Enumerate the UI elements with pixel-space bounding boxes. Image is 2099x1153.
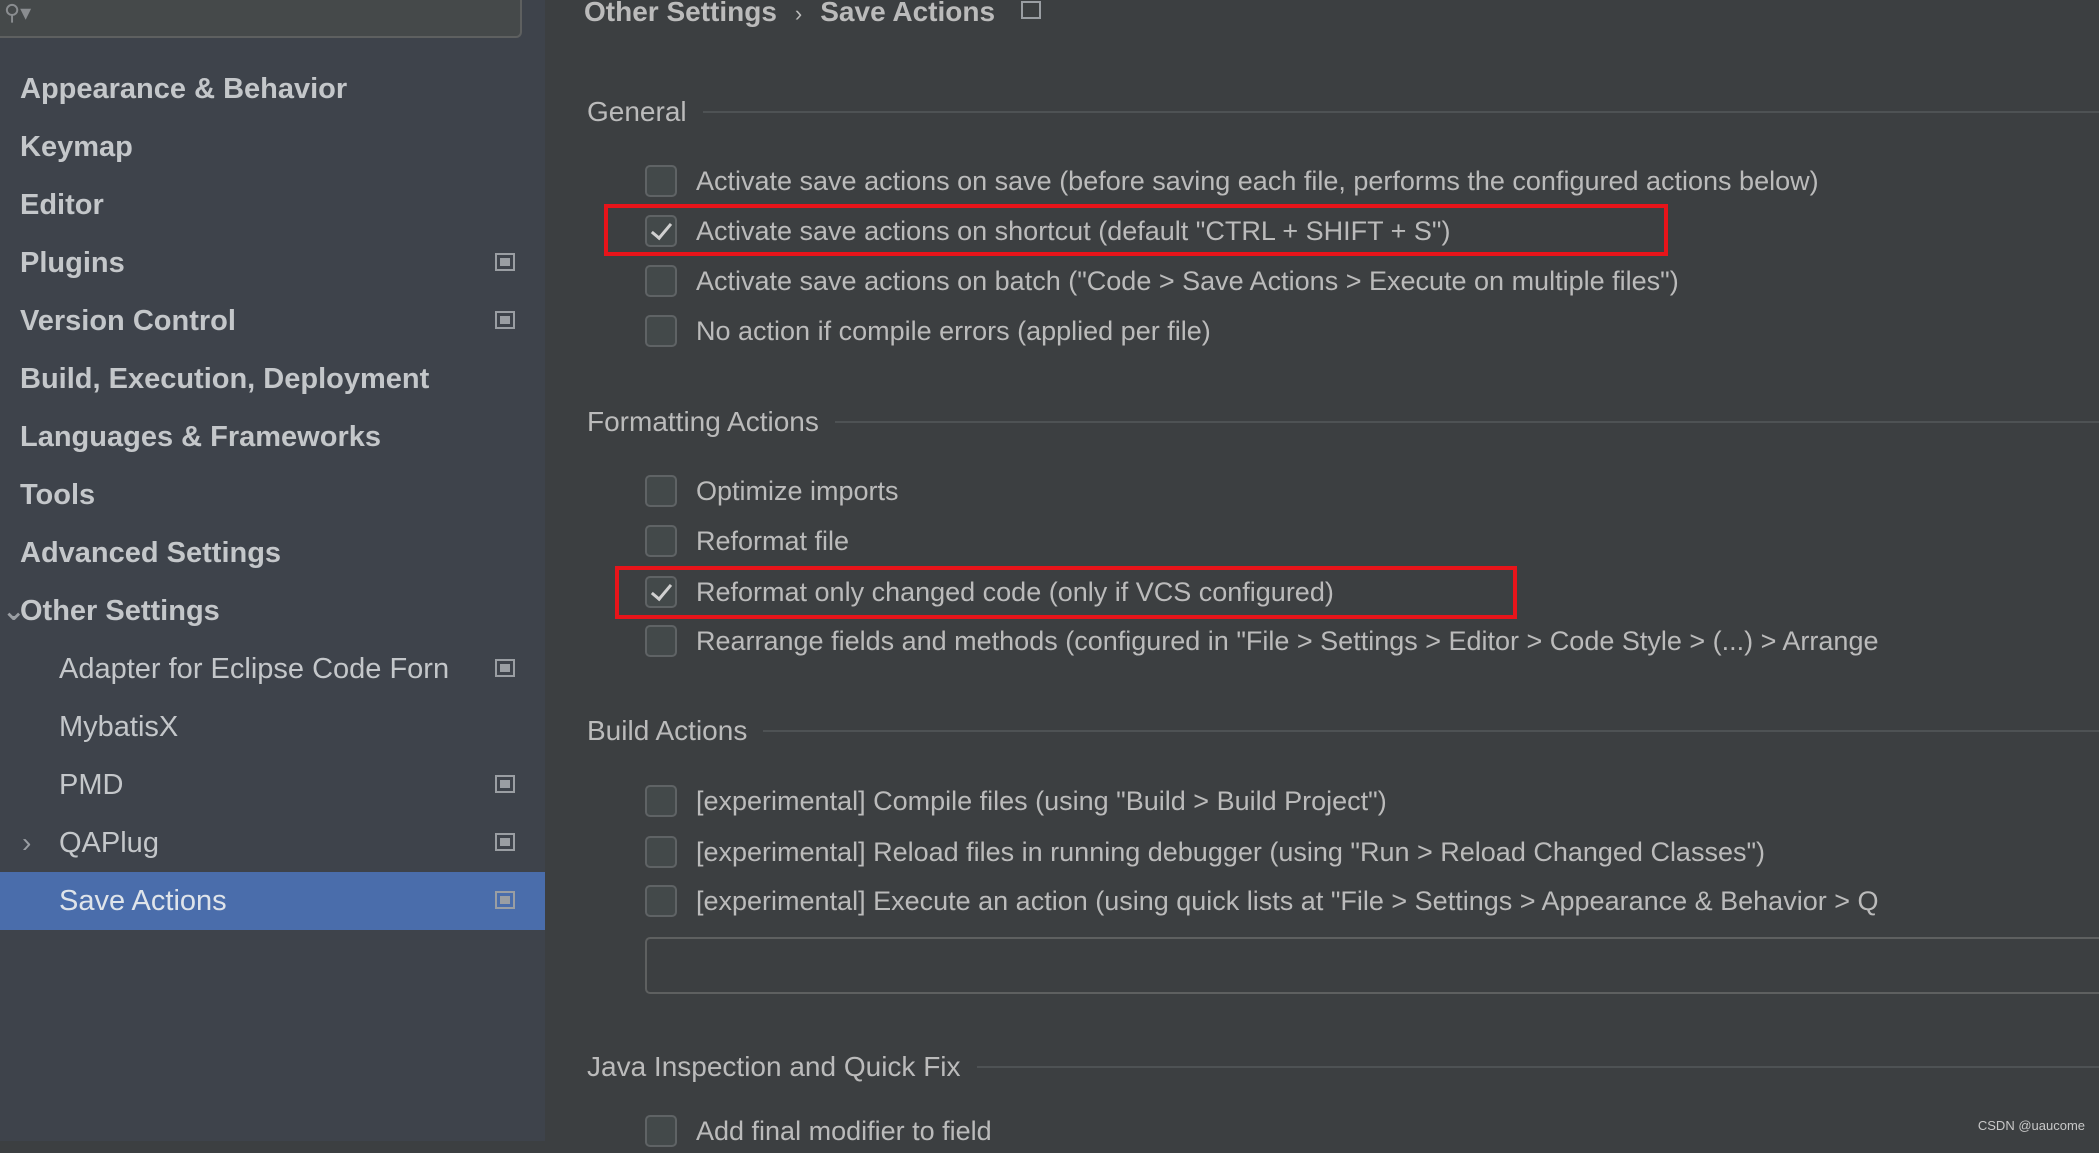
sidebar-item-label: Editor <box>20 189 104 221</box>
checkbox-label: Activate save actions on save (before sa… <box>696 165 1819 196</box>
option-general-0[interactable]: Activate save actions on save (before sa… <box>645 159 2099 203</box>
section-title: General <box>587 96 687 127</box>
sidebar-item-plugins[interactable]: Plugins <box>0 234 545 292</box>
sidebar-item-qaplug[interactable]: › QAPlug <box>0 814 545 872</box>
sidebar-item-advanced-settings[interactable]: Advanced Settings <box>0 524 545 582</box>
breadcrumb: Other Settings › Save Actions <box>584 0 1042 27</box>
sidebar-item-tools[interactable]: Tools <box>0 466 545 524</box>
section-formatting: Formatting Actions <box>587 402 2099 442</box>
option-formatting-0[interactable]: Optimize imports <box>645 469 2099 513</box>
sidebar-item-label: Languages & Frameworks <box>20 421 381 453</box>
checkbox-label: [experimental] Reload files in running d… <box>696 836 1766 867</box>
divider <box>976 1066 2099 1068</box>
checkbox[interactable] <box>645 315 677 347</box>
breadcrumb-separator: › <box>794 1 803 26</box>
checkbox-label: Add final modifier to field <box>696 1115 992 1146</box>
option-formatting-1[interactable]: Reformat file <box>645 519 2099 563</box>
sidebar-item-save-actions[interactable]: Save Actions <box>0 872 545 930</box>
checkbox[interactable] <box>645 885 677 917</box>
sidebar-item-appearance-behavior[interactable]: Appearance & Behavior <box>0 60 545 118</box>
highlight-box-shortcut <box>604 204 1668 256</box>
highlight-box-reformat-changed <box>615 566 1517 619</box>
sidebar-item-keymap[interactable]: Keymap <box>0 118 545 176</box>
breadcrumb-current: Save Actions <box>820 0 996 27</box>
chevron-right-icon[interactable]: › <box>22 814 31 872</box>
sidebar-item-mybatisx[interactable]: MybatisX <box>0 698 545 756</box>
checkbox[interactable] <box>645 475 677 507</box>
sidebar-item-editor[interactable]: Editor <box>0 176 545 234</box>
option-formatting-3[interactable]: Rearrange fields and methods (configured… <box>645 619 2099 663</box>
checkbox[interactable] <box>645 265 677 297</box>
project-level-icon <box>495 659 515 677</box>
sidebar-item-label: Adapter for Eclipse Code Forn <box>59 653 450 685</box>
sidebar-item-label: Build, Execution, Deployment <box>20 363 430 395</box>
checkbox[interactable] <box>645 836 677 868</box>
checkbox[interactable] <box>645 785 677 817</box>
checkbox-label: Reformat file <box>696 525 850 556</box>
sidebar-item-build-execution-deployment[interactable]: Build, Execution, Deployment <box>0 350 545 408</box>
search-icon: ⚲▾ <box>4 0 32 25</box>
option-java-0[interactable]: Add final modifier to field <box>645 1109 2099 1153</box>
sidebar-item-languages-frameworks[interactable]: Languages & Frameworks <box>0 408 545 466</box>
sidebar-item-label: Version Control <box>20 305 236 337</box>
option-build-1[interactable]: [experimental] Reload files in running d… <box>645 830 2099 874</box>
section-build: Build Actions <box>587 711 2099 751</box>
checkbox-label: Activate save actions on batch ("Code > … <box>696 265 1679 296</box>
option-build-2[interactable]: [experimental] Execute an action (using … <box>645 879 2099 923</box>
sidebar-item-label: Keymap <box>20 131 133 163</box>
sidebar-item-label: Tools <box>20 479 96 511</box>
sidebar-item-version-control[interactable]: Version Control <box>0 292 545 350</box>
option-general-2[interactable]: Activate save actions on batch ("Code > … <box>645 259 2099 303</box>
quick-list-action-field[interactable] <box>645 937 2099 994</box>
settings-sidebar: ⚲▾ Appearance & Behavior Keymap Editor Plug… <box>0 0 545 1141</box>
divider <box>702 111 2099 113</box>
watermark: CSDN @uaucome <box>1977 1118 2085 1133</box>
section-java: Java Inspection and Quick Fix <box>587 1047 2099 1087</box>
project-level-icon <box>495 833 515 851</box>
sidebar-item-pmd[interactable]: PMD <box>0 756 545 814</box>
breadcrumb-parent[interactable]: Other Settings <box>584 0 777 27</box>
checkbox-label: Rearrange fields and methods (configured… <box>696 625 1879 656</box>
checkbox-label: [experimental] Compile files (using "Bui… <box>696 785 1387 816</box>
sidebar-item-label: QAPlug <box>59 827 159 859</box>
sidebar-item-label: Plugins <box>20 247 125 279</box>
project-level-icon <box>495 891 515 909</box>
sidebar-item-label: Appearance & Behavior <box>20 73 348 105</box>
checkbox[interactable] <box>645 625 677 657</box>
section-general: General <box>587 92 2099 132</box>
project-level-icon <box>1021 1 1042 19</box>
option-build-0[interactable]: [experimental] Compile files (using "Bui… <box>645 779 2099 823</box>
checkbox-label: No action if compile errors (applied per… <box>696 315 1211 346</box>
chevron-down-icon[interactable]: ⌄ <box>2 582 25 640</box>
divider <box>834 421 2099 423</box>
option-general-3[interactable]: No action if compile errors (applied per… <box>645 309 2099 353</box>
checkbox[interactable] <box>645 1115 677 1147</box>
checkbox[interactable] <box>645 165 677 197</box>
sidebar-item-label: Other Settings <box>20 595 220 627</box>
sidebar-item-other-settings[interactable]: ⌄ Other Settings <box>0 582 545 640</box>
project-level-icon <box>495 253 515 271</box>
sidebar-item-adapter-for-eclipse-code-forn[interactable]: Adapter for Eclipse Code Forn <box>0 640 545 698</box>
settings-search-input[interactable]: ⚲▾ <box>0 0 522 38</box>
section-title: Build Actions <box>587 715 748 746</box>
project-level-icon <box>495 311 515 329</box>
section-title: Formatting Actions <box>587 406 819 437</box>
checkbox[interactable] <box>645 525 677 557</box>
checkbox-label: Optimize imports <box>696 475 899 506</box>
sidebar-item-label: MybatisX <box>59 711 179 743</box>
sidebar-item-label: Save Actions <box>59 885 227 917</box>
project-level-icon <box>495 775 515 793</box>
sidebar-item-label: PMD <box>59 769 124 801</box>
sidebar-item-label: Advanced Settings <box>20 537 282 569</box>
section-title: Java Inspection and Quick Fix <box>587 1051 961 1082</box>
divider <box>763 730 2099 732</box>
checkbox-label: [experimental] Execute an action (using … <box>696 885 1879 916</box>
